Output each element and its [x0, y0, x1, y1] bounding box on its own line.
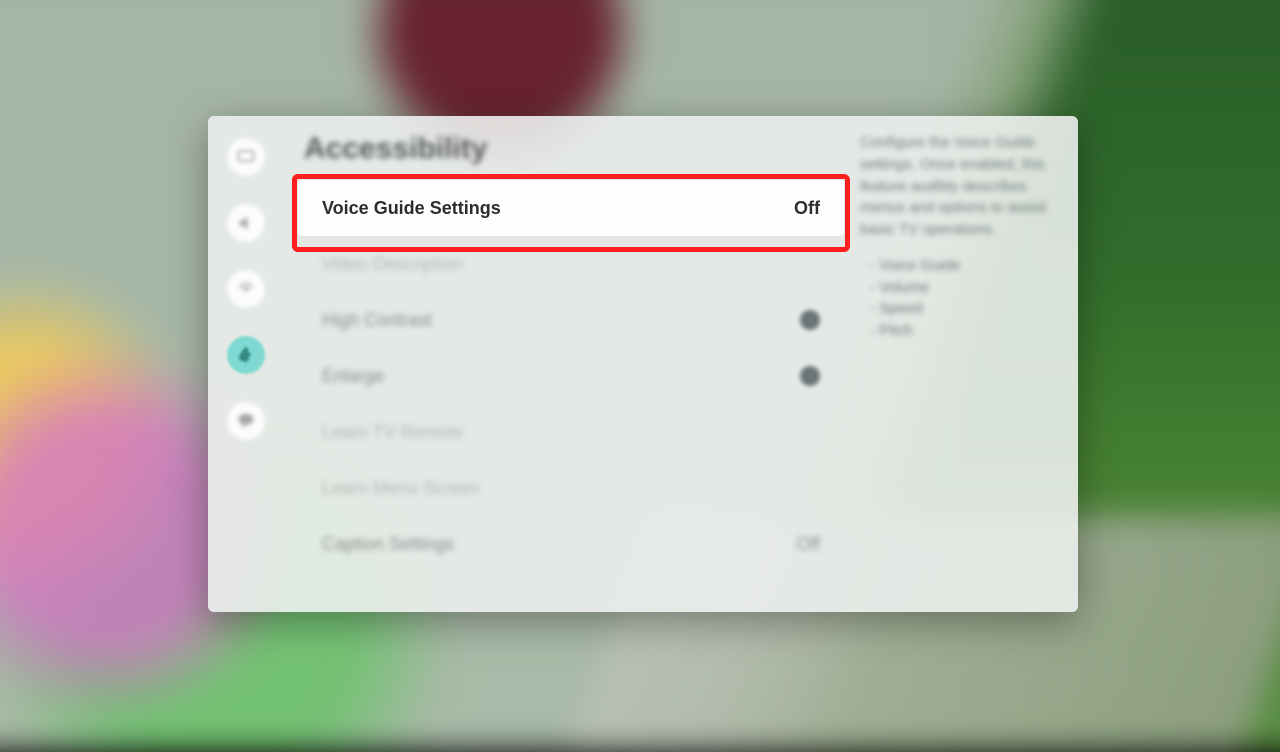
help-bullet: Voice Guide — [870, 255, 1060, 277]
row-high-contrast[interactable]: High Contrast — [298, 292, 844, 348]
broadcast-icon[interactable] — [227, 270, 265, 308]
row-video-description: Video Description — [298, 236, 844, 292]
general-icon[interactable] — [227, 336, 265, 374]
row-learn-tv-remote: Learn TV Remote — [298, 404, 844, 460]
picture-icon[interactable] — [227, 138, 265, 176]
row-label: Learn TV Remote — [322, 422, 464, 443]
row-enlarge[interactable]: Enlarge — [298, 348, 844, 404]
support-icon[interactable] — [227, 402, 265, 440]
toggle-icon[interactable] — [800, 310, 820, 330]
row-value: Off — [794, 198, 820, 219]
settings-main: Accessibility Voice Guide Settings Off V… — [284, 116, 844, 612]
row-label: Voice Guide Settings — [322, 198, 501, 219]
row-label: Enlarge — [322, 366, 384, 387]
row-caption-settings[interactable]: Caption Settings Off — [298, 516, 844, 572]
page-title: Accessibility — [298, 124, 844, 180]
category-icon-column — [208, 116, 284, 612]
row-learn-menu-screen: Learn Menu Screen — [298, 460, 844, 516]
help-bullet: Pitch — [870, 320, 1060, 342]
help-panel: Configure the Voice Guide settings. Once… — [844, 116, 1078, 612]
toggle-icon[interactable] — [800, 366, 820, 386]
help-bullet: Volume — [870, 277, 1060, 299]
row-label: Caption Settings — [322, 534, 454, 555]
row-voice-guide-settings[interactable]: Voice Guide Settings Off — [298, 180, 844, 236]
row-label: High Contrast — [322, 310, 432, 331]
settings-list: Voice Guide Settings Off Video Descripti… — [298, 180, 844, 572]
sound-icon[interactable] — [227, 204, 265, 242]
row-label: Learn Menu Screen — [322, 478, 480, 499]
help-text: Configure the Voice Guide settings. Once… — [860, 132, 1060, 241]
settings-panel: Accessibility Voice Guide Settings Off V… — [208, 116, 1078, 612]
row-value: Off — [796, 534, 820, 555]
help-bullet: Speed — [870, 298, 1060, 320]
help-bullet-list: Voice Guide Volume Speed Pitch — [860, 255, 1060, 342]
row-label: Video Description — [322, 254, 463, 275]
